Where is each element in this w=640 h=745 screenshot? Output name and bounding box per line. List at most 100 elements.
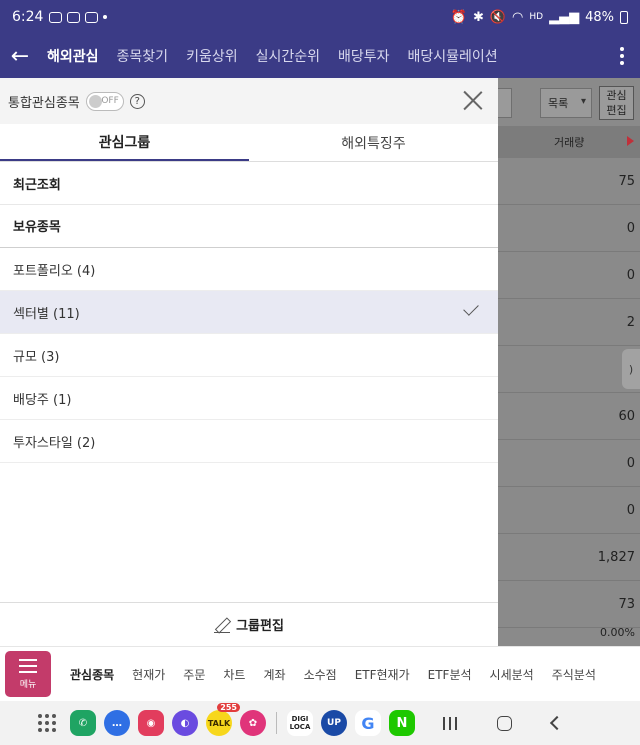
list-value: 0.00% [498,618,640,648]
nav-tab-kiwoom-top[interactable]: 키움상위 [177,46,247,66]
signal-icon: ▂▄▆ [549,9,580,25]
list-value: 0 [498,440,640,487]
toggle-state: OFF [101,95,119,106]
chat-notification-icon [49,11,63,23]
nav-tab-dividend-simulation[interactable]: 배당시뮬레이션 [399,46,507,66]
gallery-notification-icon [67,11,81,23]
watchlist-edit-button: 관심 편집 [599,86,634,120]
search-icon [498,88,512,118]
more-notifications-icon [103,15,108,19]
bottom-tab-watchlist[interactable]: 관심종목 [61,666,123,683]
system-nav-bar: ✆ … ◉ ◐ TALK 255 ✿ DIGI LOCA UP G N [0,701,640,745]
more-options-icon[interactable] [610,34,634,78]
alarm-icon: ⏰ [450,9,467,25]
messages-app-icon[interactable]: … [104,710,130,736]
recent-apps-icon[interactable] [443,716,457,730]
back-arrow-icon[interactable]: ← [2,34,38,78]
group-label: 배당주 (1) [13,392,72,408]
naver-app-icon[interactable]: N [389,710,415,736]
group-holdings[interactable]: 보유종목 [0,204,498,247]
internet-app-icon[interactable]: ◐ [172,710,198,736]
edit-groups-label: 그룹편집 [236,619,284,634]
camera-app-icon[interactable]: ◉ [138,710,164,736]
panel-tabs: 관심그룹 해외특징주 [0,124,498,162]
group-label: 투자스타일 (2) [13,435,96,451]
close-icon[interactable] [462,90,484,112]
bottom-tab-etf-price[interactable]: ETF현재가 [346,666,419,683]
nav-tab-realtime-rank[interactable]: 실시간순위 [247,46,329,66]
tab-watch-groups[interactable]: 관심그룹 [0,124,249,161]
panel-header: 통합관심종목 OFF ? [0,78,498,124]
kakaotalk-label: TALK [207,718,231,728]
app-drawer-icon[interactable] [38,714,56,732]
watch-group-panel: 통합관심종목 OFF ? 관심그룹 해외특징주 최근조회 보유종목 포트폴리오 … [0,78,498,646]
nav-tab-overseas-watchlist[interactable]: 해외관심 [38,46,108,66]
edit-groups-button[interactable]: 그룹편집 [0,602,498,646]
phone-app-icon[interactable]: ✆ [70,710,96,736]
kakaotalk-app-icon[interactable]: TALK 255 [206,703,240,736]
dock-separator [276,712,277,734]
help-icon[interactable]: ? [129,93,145,109]
group-investment-style[interactable]: 투자스타일 (2) [0,420,498,463]
checkmark-icon [463,300,479,316]
list-value [498,346,640,393]
bluetooth-icon: ✱ [472,9,484,25]
bottom-tab-market-analysis[interactable]: 시세분석 [481,666,543,683]
list-value: 1,827 [498,534,640,581]
bottom-menu-bar: 메뉴 관심종목 현재가 주문 차트 계좌 소수점 ETF현재가 ETF분석 시세… [0,646,640,701]
group-dividend[interactable]: 배당주 (1) [0,377,498,420]
group-size[interactable]: 규모 (3) [0,334,498,377]
top-nav-tabs: 해외관심 종목찾기 키움상위 실시간순위 배당투자 배당시뮬레이션 [38,46,507,66]
app-notification-icon [85,11,99,23]
group-label: 최근조회 [13,177,61,193]
list-value: 75 [498,158,640,205]
status-bar: 6:24 ⏰ ✱ 🔇 ◠ HD ▂▄▆ 48% [0,0,640,34]
bottom-tabs: 관심종목 현재가 주문 차트 계좌 소수점 ETF현재가 ETF분석 시세분석 … [61,666,605,683]
bottom-tab-account[interactable]: 계좌 [254,666,294,683]
menu-label: 메뉴 [19,679,37,690]
notification-icons [49,11,108,23]
home-icon[interactable] [497,715,512,731]
list-value: 0 [498,487,640,534]
list-value: 2 [498,299,640,346]
hamburger-icon [19,658,37,673]
network-type: HD [529,12,544,22]
bottom-tab-stock-analysis[interactable]: 주식분석 [543,666,605,683]
wifi-icon: ◠ [512,9,524,25]
column-scroll-right-icon [627,136,634,146]
volume-column-header: 거래량 [498,126,640,158]
group-sector[interactable]: 섹터별 (11) [0,291,498,334]
system-keys [443,715,565,731]
group-recent-views[interactable]: 최근조회 [0,162,498,205]
notification-badge: 255 [217,703,240,712]
nav-tab-stock-search[interactable]: 종목찾기 [108,46,178,66]
up-app-icon[interactable]: UP [321,710,347,736]
digiloca-app-icon[interactable]: DIGI LOCA [287,710,313,736]
list-view-select: 목록 [540,88,592,118]
group-label: 섹터별 (11) [13,306,80,322]
background-toolbar: 목록 관심 편집 [498,78,640,126]
list-value: 60 [498,393,640,440]
bottom-tab-current-price[interactable]: 현재가 [123,666,174,683]
bottom-tab-order[interactable]: 주문 [174,666,214,683]
google-app-icon[interactable]: G [355,710,381,736]
group-portfolio[interactable]: 포트폴리오 (4) [0,248,498,291]
bottom-tab-etf-analysis[interactable]: ETF분석 [419,666,481,683]
bottom-tab-fractional[interactable]: 소수점 [295,666,346,683]
integrated-watchlist-label: 통합관심종목 [8,95,80,111]
toggle-knob [88,94,102,108]
mute-icon: 🔇 [489,9,507,25]
battery-icon [620,10,628,24]
integrated-watchlist-toggle[interactable]: OFF [85,91,124,111]
battery-level: 48% [585,9,614,25]
dock-apps: ✆ … ◉ ◐ TALK 255 ✿ DIGI LOCA UP G N [70,703,415,736]
tab-overseas-featured[interactable]: 해외특징주 [249,124,498,161]
flower-app-icon[interactable]: ✿ [240,710,266,736]
volume-column-label: 거래량 [554,136,585,149]
menu-button[interactable]: 메뉴 [5,651,51,697]
scroll-handle: ) [622,349,640,389]
bottom-tab-chart[interactable]: 차트 [214,666,254,683]
system-back-icon[interactable] [549,715,565,731]
group-label: 규모 (3) [13,349,60,365]
nav-tab-dividend-invest[interactable]: 배당투자 [329,46,399,66]
